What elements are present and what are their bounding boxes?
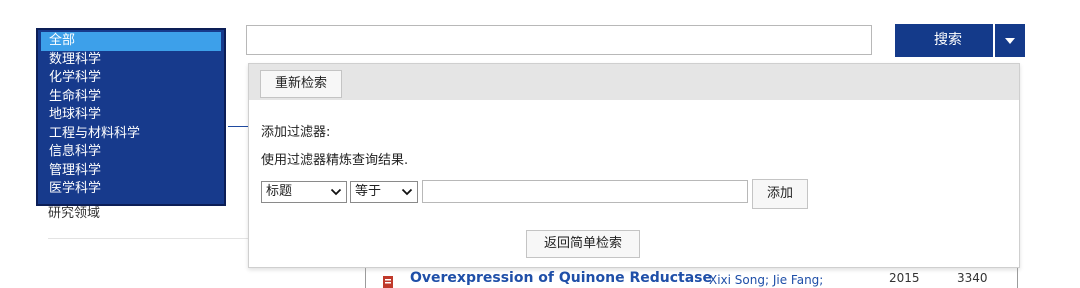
subject-option[interactable]: 全部 — [41, 32, 221, 51]
add-filter-label: 添加过滤器: — [261, 125, 331, 140]
filter-value-input[interactable] — [422, 180, 748, 203]
result-row-border — [365, 268, 366, 288]
result-row-border — [1017, 268, 1018, 288]
filter-operator-value: 等于 — [355, 184, 382, 199]
subject-option[interactable]: 医学科学 — [41, 180, 221, 199]
advanced-search-header: 重新检索 — [249, 64, 1019, 100]
divider — [48, 238, 248, 239]
subject-option[interactable]: 管理科学 — [41, 162, 221, 181]
subject-option[interactable]: 化学科学 — [41, 69, 221, 88]
advanced-search-panel: 重新检索 添加过滤器: 使用过滤器精炼查询结果. 标题 等于 添加 返回简单检索 — [248, 63, 1020, 268]
subject-select-dropdown[interactable]: 全部 数理科学 化学科学 生命科学 地球科学 工程与材料科学 信息科学 管理科学… — [36, 28, 226, 206]
result-year: 2015 — [889, 271, 920, 285]
search-input[interactable] — [246, 25, 872, 55]
result-count: 3340 — [957, 271, 988, 285]
filter-operator-select[interactable]: 等于 — [350, 181, 418, 203]
result-authors-link[interactable]: Xixi Song; Jie Fang; — [709, 273, 823, 287]
subject-option[interactable]: 数理科学 — [41, 51, 221, 70]
pdf-icon[interactable] — [382, 276, 394, 288]
filter-hint-text: 使用过滤器精炼查询结果. — [261, 153, 409, 168]
connector-line — [228, 126, 250, 127]
subject-option[interactable]: 生命科学 — [41, 88, 221, 107]
add-filter-button[interactable]: 添加 — [752, 179, 808, 209]
subject-option[interactable]: 地球科学 — [41, 106, 221, 125]
advanced-search-toggle[interactable] — [995, 24, 1025, 57]
filter-field-value: 标题 — [266, 184, 293, 199]
chevron-down-icon — [401, 188, 413, 196]
back-to-simple-search-button[interactable]: 返回简单检索 — [526, 230, 640, 258]
caret-down-icon — [1005, 38, 1015, 44]
chevron-down-icon — [330, 188, 342, 196]
filter-field-select[interactable]: 标题 — [261, 181, 347, 203]
reset-search-button[interactable]: 重新检索 — [260, 70, 342, 98]
subject-option[interactable]: 工程与材料科学 — [41, 125, 221, 144]
subject-option[interactable]: 信息科学 — [41, 143, 221, 162]
search-button[interactable]: 搜索 — [895, 24, 993, 57]
result-title-link[interactable]: Overexpression of Quinone Reductase — [410, 270, 712, 286]
